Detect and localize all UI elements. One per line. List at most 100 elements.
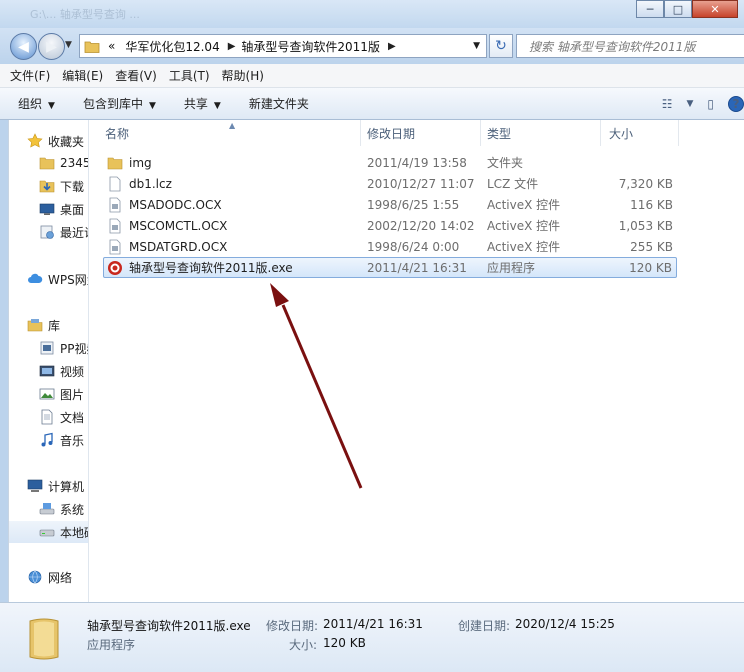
nav-2345[interactable]: 2345 (39, 152, 89, 174)
view-dropdown-icon[interactable]: ▼ (686, 99, 693, 109)
file-row[interactable]: MSADODC.OCX 1998/6/25 1:55 ActiveX 控件 11… (103, 194, 677, 215)
nav-label: 本地磁盘 (D:) (60, 525, 88, 540)
file-name: MSCOMCTL.OCX (129, 218, 228, 233)
preview-pane-icon[interactable]: ▯ (707, 97, 714, 111)
nav-label: WPS网盘 (48, 272, 88, 287)
minimize-button[interactable]: ─ (636, 0, 664, 18)
organize-button[interactable]: 组织 ▼ (18, 95, 55, 112)
nav-downloads[interactable]: 下载 (39, 175, 88, 197)
nav-favorites[interactable]: 收藏夹 (27, 130, 88, 152)
menu-view[interactable]: 查看(V) (115, 67, 157, 84)
ocx-icon (109, 197, 121, 212)
nav-videos[interactable]: 视频 (39, 360, 88, 382)
cloud-icon (28, 273, 43, 283)
navigation-pane: 收藏夹 2345 下载 桌面 最近访问的位置 WPS网盘 (9, 120, 89, 602)
nav-drive-d[interactable]: 本地磁盘 (D:) (9, 521, 88, 543)
title-bar[interactable]: G:\... 轴承型号查询 ... ─ □ ✕ (0, 0, 744, 28)
window-title: G:\... 轴承型号查询 ... (30, 8, 140, 21)
menu-help[interactable]: 帮助(H) (222, 67, 264, 84)
file-size: 255 KB (630, 239, 673, 254)
file-type: 应用程序 (487, 261, 536, 275)
file-date: 2011/4/21 16:31 (367, 260, 467, 275)
nav-wps-cloud[interactable]: WPS网盘 (27, 268, 88, 290)
menu-tools[interactable]: 工具(T) (169, 67, 210, 84)
column-header-name[interactable]: 名称 ▲ (89, 120, 361, 146)
desktop-icon (39, 203, 55, 215)
forward-arrow-icon: ▶ (46, 38, 57, 55)
column-header-date[interactable]: 修改日期 (361, 120, 481, 146)
file-date: 2011/4/19 13:58 (367, 155, 467, 170)
file-name: img (129, 155, 152, 170)
menu-file[interactable]: 文件(F) (10, 67, 50, 84)
recent-pages-dropdown[interactable]: ▼ (65, 40, 72, 50)
address-bar[interactable]: « 华军优化包12.04 ▶ 轴承型号查询软件2011版 ▶ ▼ (79, 34, 487, 58)
recent-places-icon (40, 225, 54, 239)
menu-bar: 文件(F) 编辑(E) 查看(V) 工具(T) 帮助(H) (0, 64, 744, 88)
new-folder-button[interactable]: 新建文件夹 (249, 95, 309, 112)
video-icon (39, 365, 55, 377)
chevron-down-icon: ▼ (213, 101, 221, 111)
breadcrumb-chevron-icon[interactable]: ▶ (228, 41, 236, 52)
view-options-icon[interactable]: ☷ (662, 97, 673, 111)
organize-label: 组织 (18, 97, 43, 111)
file-name-cell: MSADODC.OCX (107, 197, 222, 213)
nav-drive-c[interactable]: 系统 (C:) (39, 498, 88, 520)
details-created-value: 2020/12/4 15:25 (515, 617, 615, 631)
toolbar-right: ☷ ▼ ▯ ? (662, 88, 744, 120)
file-size: 7,320 KB (618, 176, 673, 191)
close-button[interactable]: ✕ (692, 0, 738, 18)
column-header-type[interactable]: 类型 (481, 120, 601, 146)
file-type: ActiveX 控件 (487, 219, 561, 233)
nav-computer[interactable]: 计算机 (27, 475, 88, 497)
file-row[interactable]: img 2011/4/19 13:58 文件夹 (103, 152, 677, 173)
nav-pp-video[interactable]: PP视频 (39, 337, 88, 359)
details-modified-label: 修改日期: (266, 619, 319, 633)
nav-label: 库 (48, 318, 61, 333)
file-name: db1.lcz (129, 176, 172, 191)
download-folder-icon (39, 180, 55, 193)
breadcrumb-item-1[interactable]: 华军优化包12.04 (125, 38, 219, 55)
file-name-cell: MSCOMCTL.OCX (107, 218, 227, 234)
caption-buttons: ─ □ ✕ (636, 0, 738, 18)
share-button[interactable]: 共享 ▼ (184, 95, 221, 112)
file-row[interactable]: db1.lcz 2010/12/27 11:07 LCZ 文件 7,320 KB (103, 173, 677, 194)
file-name: 轴承型号查询软件2011版.exe (129, 261, 293, 275)
include-library-button[interactable]: 包含到库中 ▼ (83, 95, 156, 112)
nav-pictures[interactable]: 图片 (39, 383, 88, 405)
nav-label: PP视频 (60, 341, 88, 356)
menu-edit[interactable]: 编辑(E) (62, 67, 103, 84)
maximize-button[interactable]: □ (664, 0, 692, 18)
file-type: ActiveX 控件 (487, 198, 561, 212)
column-header-size[interactable]: 大小 (601, 120, 679, 146)
file-name-cell: MSDATGRD.OCX (107, 239, 227, 255)
breadcrumb-chevron-icon[interactable]: ▶ (388, 41, 396, 52)
file-row[interactable]: MSDATGRD.OCX 1998/6/24 0:00 ActiveX 控件 2… (103, 236, 677, 257)
breadcrumb-prefix[interactable]: « (108, 39, 115, 53)
nav-recent[interactable]: 最近访问的位置 (39, 221, 88, 243)
nav-music[interactable]: 音乐 (39, 429, 88, 451)
nav-documents[interactable]: 文档 (39, 406, 88, 428)
help-icon[interactable]: ? (728, 96, 744, 112)
back-button[interactable]: ◀ (10, 33, 37, 60)
file-row[interactable]: MSCOMCTL.OCX 2002/12/20 14:02 ActiveX 控件… (103, 215, 677, 236)
network-icon (28, 570, 42, 584)
nav-desktop[interactable]: 桌面 (39, 198, 88, 220)
address-dropdown-icon[interactable]: ▼ (473, 41, 480, 51)
nav-network[interactable]: 网络 (27, 566, 88, 588)
search-input[interactable]: 搜索 轴承型号查询软件2011版 (516, 34, 744, 58)
file-name: MSDATGRD.OCX (129, 239, 228, 254)
computer-icon (27, 479, 43, 492)
details-file-name: 轴承型号查询软件2011版.exe (87, 619, 251, 633)
folder-icon (107, 157, 123, 169)
nav-label: 2345 (60, 156, 89, 170)
exe-icon (108, 260, 122, 275)
file-date: 1998/6/24 0:00 (367, 239, 460, 254)
file-type: 文件夹 (487, 156, 524, 170)
forward-button[interactable]: ▶ (38, 33, 65, 60)
file-size: 1,053 KB (618, 218, 673, 233)
file-row-selected[interactable]: 轴承型号查询软件2011版.exe 2011/4/21 16:31 应用程序 1… (103, 257, 677, 278)
breadcrumb-item-2[interactable]: 轴承型号查询软件2011版 (241, 38, 380, 55)
nav-label: 视频 (60, 364, 85, 379)
nav-libraries[interactable]: 库 (27, 314, 88, 336)
refresh-button[interactable]: ↻ (489, 34, 513, 58)
